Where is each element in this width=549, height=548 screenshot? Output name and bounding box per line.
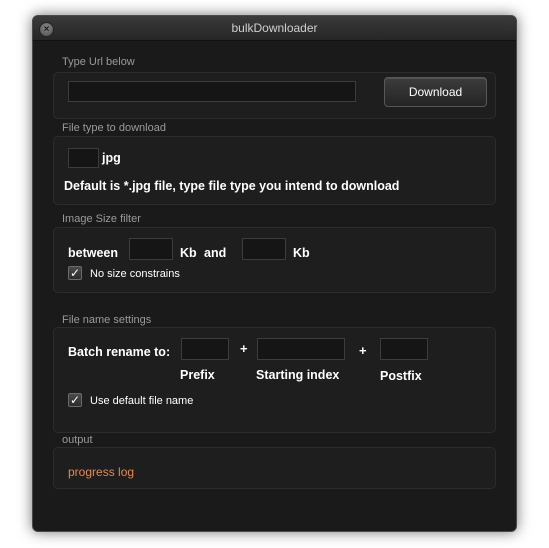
plus-sign-1: + — [240, 341, 248, 356]
use-default-name-checkbox[interactable]: ✓ — [68, 393, 82, 407]
min-unit-label: Kb — [180, 246, 197, 260]
starting-index-caption: Starting index — [256, 368, 340, 382]
filename-panel: Batch rename to: + + Prefix Starting ind… — [53, 327, 496, 433]
prefix-caption: Prefix — [180, 368, 215, 382]
max-size-input[interactable] — [242, 238, 286, 260]
title-bar: × bulkDownloader — [33, 16, 516, 41]
use-default-name-label: Use default file name — [90, 395, 194, 407]
filetype-hint: Default is *.jpg file, type file type yo… — [64, 179, 400, 193]
size-panel: between Kb and Kb ✓ No size constrains — [53, 227, 496, 293]
filename-section-label: File name settings — [62, 314, 152, 326]
checkmark-icon: ✓ — [69, 266, 81, 280]
postfix-input[interactable] — [380, 338, 428, 360]
app-window: × bulkDownloader Type Url below Download… — [32, 15, 517, 532]
download-button[interactable]: Download — [384, 77, 487, 107]
output-section-label: output — [62, 434, 93, 446]
progress-log: progress log — [68, 465, 135, 479]
url-panel: Download — [53, 72, 496, 119]
plus-sign-2: + — [359, 343, 367, 358]
min-size-input[interactable] — [129, 238, 173, 260]
filetype-text: jpg — [102, 151, 121, 165]
no-constraints-checkbox[interactable]: ✓ — [68, 266, 82, 280]
max-unit-label: Kb — [293, 246, 310, 260]
no-constraints-label: No size constrains — [90, 268, 180, 280]
filetype-panel: jpg Default is *.jpg file, type file typ… — [53, 136, 496, 205]
between-label: between — [68, 246, 119, 260]
filetype-section-label: File type to download — [62, 122, 166, 134]
checkmark-icon: ✓ — [69, 393, 81, 407]
window-title: bulkDownloader — [231, 21, 318, 35]
output-panel: progress log — [53, 447, 496, 489]
starting-index-input[interactable] — [257, 338, 345, 360]
size-section-label: Image Size filter — [62, 213, 141, 225]
filetype-input[interactable] — [68, 148, 99, 168]
batch-rename-label: Batch rename to: — [68, 345, 171, 359]
prefix-input[interactable] — [181, 338, 229, 360]
and-label: and — [204, 246, 227, 260]
url-input[interactable] — [68, 81, 356, 102]
url-section-label: Type Url below — [62, 56, 135, 68]
postfix-caption: Postfix — [380, 369, 422, 383]
